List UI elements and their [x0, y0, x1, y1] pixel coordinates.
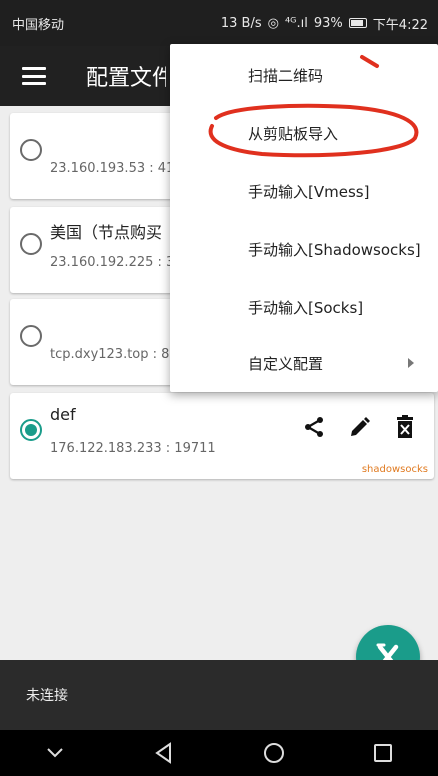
server-name: 美国（节点购买: [50, 223, 163, 242]
chevron-down-icon: [47, 748, 63, 758]
carrier-label: 中国移动: [12, 17, 65, 33]
server-radio-checked[interactable]: [20, 419, 42, 441]
menu-item-manual-socks[interactable]: 手动输入[Socks]: [170, 278, 438, 336]
net-speed: 13 B/s: [220, 15, 262, 31]
menu-item-label: 自定义配置: [248, 354, 324, 373]
battery-percent: 93%: [313, 15, 343, 31]
nav-recents-button[interactable]: [363, 733, 403, 773]
status-bar: 中国移动 13 B/s ◎ ⁴ᴳ.ıl 93% 下午4:22: [0, 0, 438, 46]
server-address: 176.122.183.233 : 19711: [50, 441, 216, 456]
protocol-type-label: shadowsocks: [361, 464, 428, 475]
nav-collapse-button[interactable]: [35, 733, 75, 773]
share-icon[interactable]: [302, 415, 326, 439]
connection-status-bar[interactable]: 未连接: [0, 660, 438, 730]
recents-square-icon: [374, 744, 393, 762]
server-actions: [302, 415, 416, 439]
page-title: 配置文件: [86, 66, 166, 91]
hamburger-menu-icon[interactable]: [22, 67, 46, 85]
battery-icon: [348, 18, 367, 28]
home-circle-icon: [263, 743, 284, 763]
server-radio[interactable]: [20, 325, 42, 347]
signal-icon: ⁴ᴳ.ıl: [284, 15, 308, 31]
server-address: 23.160.193.53 : 41: [50, 161, 175, 176]
nav-home-button[interactable]: [254, 733, 294, 773]
status-indicators: 13 B/s ◎ ⁴ᴳ.ıl 93% 下午4:22: [221, 14, 428, 33]
submenu-arrow-icon: [408, 358, 414, 368]
server-radio[interactable]: [20, 139, 42, 161]
menu-item-custom-config[interactable]: 自定义配置: [170, 334, 438, 392]
clock: 下午4:22: [372, 17, 428, 33]
server-radio[interactable]: [20, 233, 42, 255]
nav-back-button[interactable]: [144, 733, 184, 773]
server-address: tcp.dxy123.top : 80: [50, 347, 178, 362]
hotspot-icon: ◎: [267, 15, 279, 31]
edit-pencil-icon[interactable]: [348, 415, 372, 439]
delete-icon[interactable]: [394, 415, 416, 439]
back-triangle-icon: [155, 742, 172, 764]
connection-status-text: 未连接: [26, 688, 68, 704]
menu-item-import-clipboard[interactable]: 从剪贴板导入: [170, 104, 438, 162]
server-name: def: [50, 405, 76, 424]
system-nav-bar: [0, 730, 438, 776]
menu-item-manual-vmess[interactable]: 手动输入[Vmess]: [170, 162, 438, 220]
menu-item-manual-shadowsocks[interactable]: 手动输入[Shadowsocks]: [170, 220, 438, 278]
menu-item-scan-qr[interactable]: 扫描二维码: [170, 46, 438, 104]
server-address: 23.160.192.225 : 3: [50, 255, 175, 270]
server-card-selected[interactable]: def 176.122.183.233 : 19711 shadowsocks: [10, 393, 434, 479]
add-config-popup-menu: 扫描二维码 从剪贴板导入 手动输入[Vmess] 手动输入[Shadowsock…: [170, 44, 438, 392]
